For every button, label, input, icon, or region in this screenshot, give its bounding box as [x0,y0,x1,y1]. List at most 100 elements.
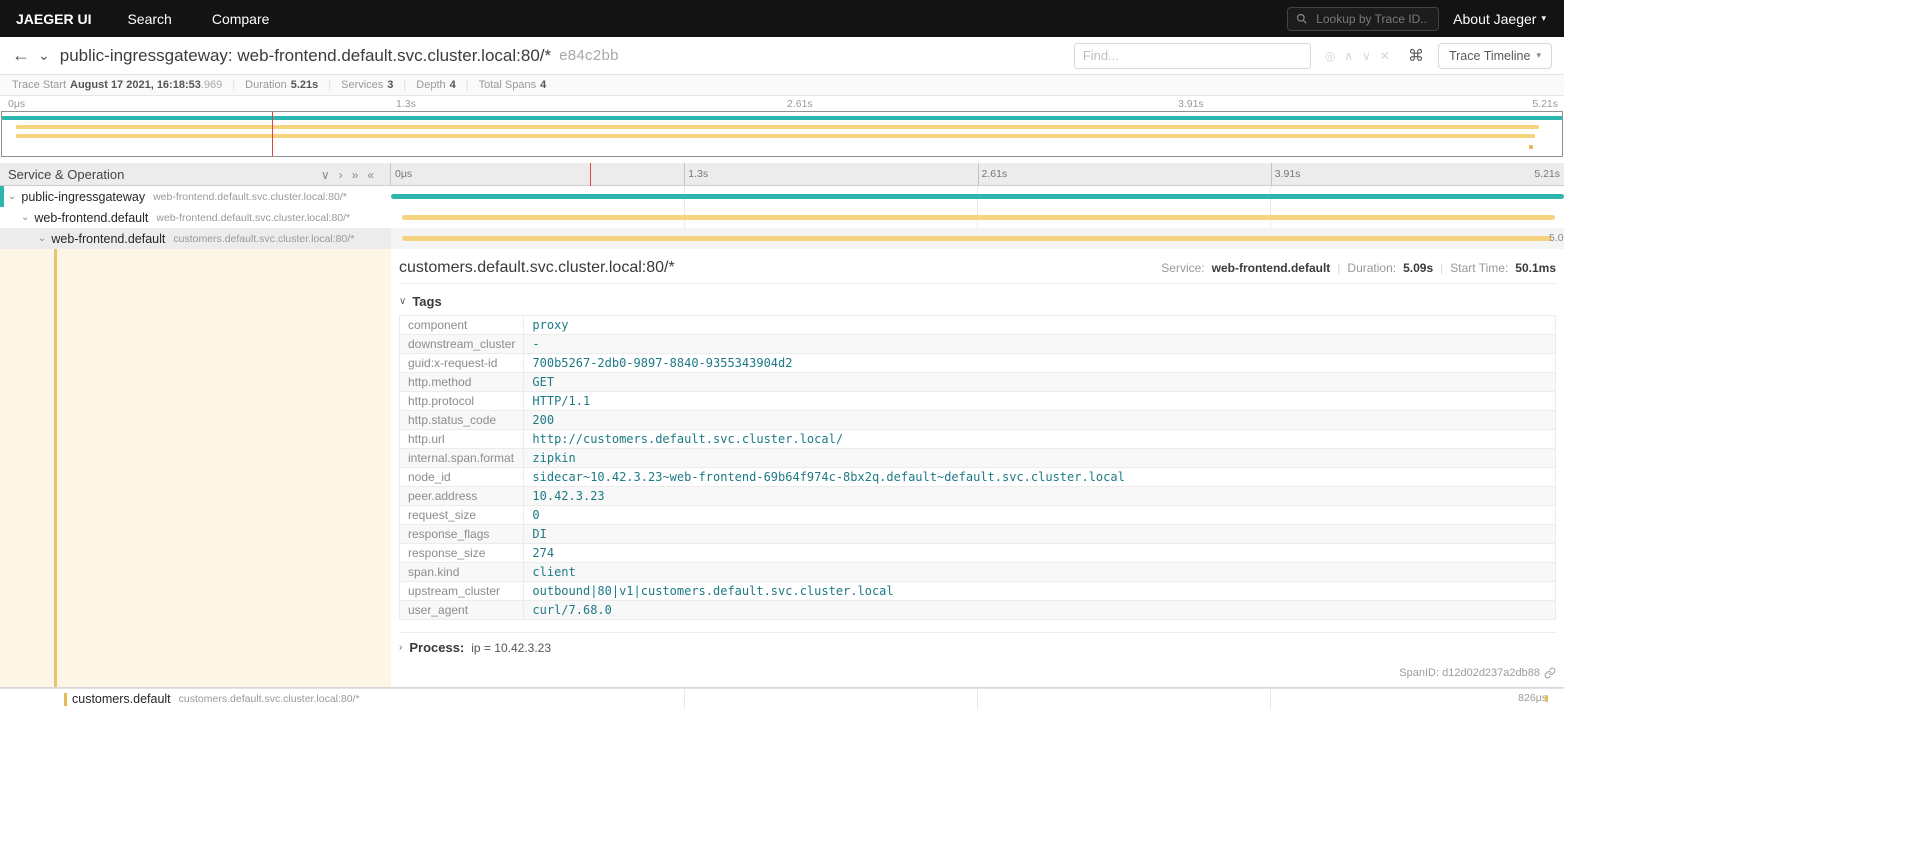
span-duration-bar[interactable] [391,194,1564,199]
minimap-span-bar [16,125,1539,129]
tag-key: user_agent [398,600,525,620]
tick-label: 2.61s [981,168,1008,180]
span-row-selected[interactable]: ⌄ web-frontend.default customers.default… [0,228,1564,249]
find-clear-icon: ✕ [1379,48,1390,63]
span-operation-name: web-frontend.default.svc.cluster.local:8… [156,211,351,224]
tag-row: component proxy [398,315,1556,335]
tag-row: internal.span.format zipkin [398,448,1556,468]
start-time-value: 50.1ms [1515,261,1556,275]
span-row[interactable]: ⌄ public-ingressgateway web-frontend.def… [0,186,1564,207]
chevron-right-icon: › [399,642,403,653]
span-operation-name: web-frontend.default.svc.cluster.local:8… [153,190,347,203]
summary-label: Duration [245,79,287,91]
span-color-chip [64,692,67,706]
summary-value: 5.21s [290,79,319,91]
tag-key: http.protocol [398,391,525,411]
about-jaeger-menu[interactable]: About Jaeger ▾ [1453,11,1546,27]
span-service-name: public-ingressgateway [21,189,146,204]
top-nav: JAEGER UI Search Compare About Jaeger ▾ [0,0,1564,37]
span-operation-name: customers.default.svc.cluster.local:80/* [173,232,355,245]
span-row[interactable]: ⌄ web-frontend.default web-frontend.defa… [0,207,1564,228]
expand-one-icon[interactable]: › [339,168,343,182]
divider: | [403,79,407,91]
collapse-one-icon[interactable]: ∨ [321,168,330,182]
link-icon[interactable] [1544,667,1556,679]
tag-row: downstream_cluster - [398,334,1556,354]
tag-value: - [523,334,1556,354]
trace-id-lookup[interactable] [1287,6,1440,31]
minimap-cursor-line[interactable] [271,112,273,156]
span-detail-left-gutter [0,249,391,687]
trace-view-selector[interactable]: Trace Timeline ▾ [1437,42,1552,69]
tag-value: 274 [523,543,1556,563]
nav-item-compare[interactable]: Compare [192,11,290,27]
divider: | [328,79,332,91]
chevron-down-icon[interactable]: ⌄ [8,191,16,202]
minimap-tick-labels: 0μs 1.3s 2.61s 3.91s 5.21s [0,98,1564,111]
tag-value: proxy [523,315,1556,335]
span-service-name: customers.default [72,692,171,706]
keyboard-shortcuts-button[interactable]: ⌘ [1404,46,1428,66]
find-prev-icon: ∧ [1344,48,1354,63]
tag-row: http.status_code 200 [398,410,1556,430]
tag-row: peer.address 10.42.3.23 [398,486,1556,506]
collapse-all-icon[interactable]: » [352,168,359,182]
tag-key: node_id [398,467,525,487]
span-row[interactable]: customers.default customers.default.svc.… [0,688,1564,709]
chevron-down-icon: ▾ [1541,13,1546,23]
tag-value: 0 [523,505,1556,525]
tag-key: http.url [398,429,525,449]
trace-title: public-ingressgateway: web-frontend.defa… [59,45,552,65]
summary-value: 3 [387,79,394,91]
trace-id-input[interactable] [1314,10,1431,27]
trace-summary-bar: Trace Start August 17 2021, 16:18:53.969 … [0,75,1564,96]
summary-label: Trace Start [12,79,66,91]
summary-label: Total Spans [478,79,537,91]
tag-row: upstream_cluster outbound|80|v1|customers… [398,581,1556,601]
expand-all-icon[interactable]: « [367,168,374,182]
span-duration-label: 5.09s [1549,232,1564,244]
tag-key: downstream_cluster [398,334,525,354]
brand-logo[interactable]: JAEGER UI [0,11,107,27]
timeline-ruler[interactable]: 0μs 1.3s 2.61s 3.91s 5.21s [391,163,1564,186]
tag-key: guid:x-request-id [398,353,525,373]
tag-row: guid:x-request-id 700b5267-2db0-9897-8840… [398,353,1556,373]
tick-line [684,163,686,186]
nav-item-search[interactable]: Search [107,11,191,27]
tags-accordion-header[interactable]: ∨ Tags [399,294,1556,309]
command-icon: ⌘ [1407,47,1424,65]
tag-key: http.status_code [398,410,525,430]
tag-value: 200 [523,410,1556,430]
tag-value: curl/7.68.0 [523,600,1556,620]
tick-line [977,163,979,186]
tag-value: outbound|80|v1|customers.default.svc.clu… [523,581,1556,601]
trace-minimap: 0μs 1.3s 2.61s 3.91s 5.21s [0,96,1564,157]
find-results-icon: ◎ [1324,48,1336,63]
tick-line [1270,163,1272,186]
minimap-canvas[interactable] [1,111,1563,157]
chevron-down-icon[interactable]: ⌄ [38,233,46,244]
process-accordion-header[interactable]: › Process: ip = 10.42.3.23 [399,632,1556,655]
find-input[interactable] [1073,42,1311,69]
tag-value: zipkin [523,448,1556,468]
tag-key: request_size [398,505,525,525]
back-arrow-icon[interactable]: ← [12,45,38,66]
span-detail-title: customers.default.svc.cluster.local:80/* [399,259,675,276]
tag-row: http.url http://customers.default.svc.clu… [398,429,1556,449]
summary-value-ms: .969 [200,79,223,91]
divider: | [1337,261,1341,275]
chevron-down-icon: ∨ [399,296,407,307]
chevron-down-icon[interactable]: ⌄ [21,212,29,223]
tags-header-label: Tags [412,294,442,309]
chevron-down-icon[interactable]: ⌄ [38,47,50,64]
tag-row: request_size 0 [398,505,1556,525]
span-duration-bar[interactable] [401,215,1555,220]
divider: | [232,79,236,91]
span-detail-row: customers.default.svc.cluster.local:80/*… [0,249,1564,688]
tag-row: http.protocol HTTP/1.1 [398,391,1556,411]
divider: | [1440,261,1444,275]
span-duration-bar[interactable] [401,236,1553,241]
about-jaeger-label: About Jaeger [1453,10,1537,27]
span-duration-bar[interactable] [1545,695,1549,702]
tag-key: component [398,315,525,335]
